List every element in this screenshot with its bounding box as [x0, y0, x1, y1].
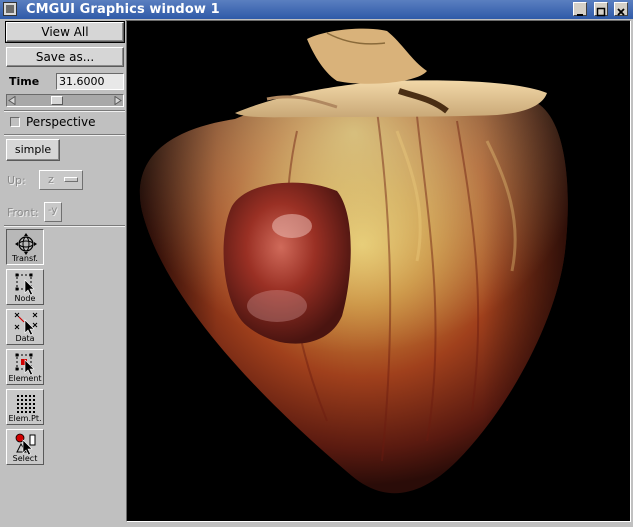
close-icon [617, 8, 625, 16]
element-icon [15, 353, 35, 376]
tool-transform-label: Transf. [12, 254, 38, 263]
element-point-icon [17, 395, 35, 413]
up-option-value: z [48, 173, 54, 186]
tool-select[interactable]: Select [6, 429, 44, 465]
minimize-icon [577, 14, 583, 16]
window-title: CMGUI Graphics window 1 [26, 2, 220, 17]
transform-icon [15, 233, 37, 255]
front-option-menu[interactable]: -y [44, 202, 62, 222]
up-label: Up: [7, 174, 26, 187]
time-slider-thumb[interactable] [51, 96, 63, 105]
slider-left-arrow-icon[interactable] [8, 96, 17, 105]
front-option-value: -y [48, 205, 58, 216]
perspective-label: Perspective [26, 115, 96, 129]
view-all-button[interactable]: View All [6, 22, 124, 42]
app-icon[interactable] [3, 2, 17, 16]
tool-node[interactable]: Node [6, 269, 44, 305]
tool-element-label: Element [8, 374, 42, 383]
time-slider[interactable] [6, 94, 124, 107]
tool-transform[interactable]: Transf. [6, 229, 44, 265]
front-label: Front: [7, 206, 39, 219]
perspective-checkbox[interactable] [10, 117, 20, 127]
time-label: Time [9, 75, 40, 88]
close-button[interactable] [614, 2, 628, 16]
tool-node-label: Node [14, 294, 36, 303]
time-input[interactable]: 31.6000 [56, 73, 124, 90]
data-icon [14, 312, 38, 336]
slider-right-arrow-icon[interactable] [113, 96, 122, 105]
separator [4, 110, 125, 112]
select-icon [15, 433, 36, 456]
separator [4, 134, 125, 136]
maximize-icon [596, 7, 606, 17]
heart-model [139, 28, 568, 494]
tool-select-label: Select [12, 454, 38, 463]
minimize-button[interactable] [573, 2, 587, 16]
layout-simple-button[interactable]: simple [6, 139, 60, 161]
tool-element-point-label: Elem.Pt. [8, 414, 42, 423]
save-as-button[interactable]: Save as... [6, 47, 124, 67]
tool-data[interactable]: Data [6, 309, 44, 345]
tool-data-label: Data [15, 334, 35, 343]
separator [4, 225, 125, 227]
up-option-menu[interactable]: z [39, 170, 83, 190]
tool-element[interactable]: Element [6, 349, 44, 385]
tool-element-point[interactable]: Elem.Pt. [6, 389, 44, 425]
graphics-viewport[interactable] [127, 21, 630, 521]
title-bar[interactable]: CMGUI Graphics window 1 [0, 0, 633, 19]
maximize-button[interactable] [594, 2, 608, 17]
option-menu-indicator-icon [64, 177, 78, 182]
node-icon [15, 273, 35, 296]
